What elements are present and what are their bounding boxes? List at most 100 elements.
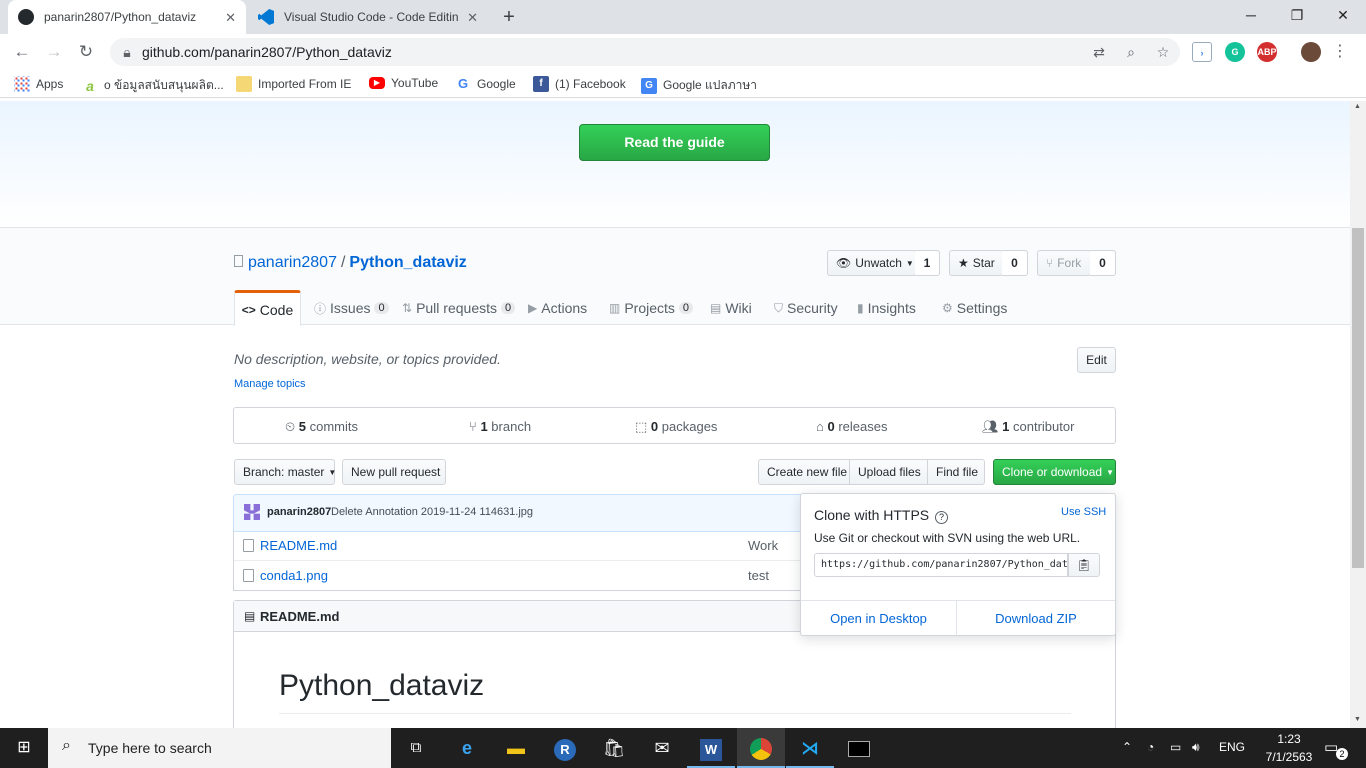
- extension-icon[interactable]: ›: [1192, 42, 1212, 62]
- bookmark-imported-ie[interactable]: Imported From IE: [236, 76, 351, 92]
- fork-count[interactable]: 0: [1090, 250, 1116, 276]
- bookmark-facebook[interactable]: f (1) Facebook: [533, 76, 626, 92]
- tab-issues[interactable]: ⓘ Issues 0: [314, 290, 389, 326]
- bookmark-google-translate[interactable]: G Google แปลภาษา: [641, 76, 757, 95]
- terminal-icon[interactable]: [835, 728, 883, 768]
- file-commit-message[interactable]: Work: [748, 538, 778, 553]
- shield-icon: ⛉: [774, 300, 784, 315]
- vscode-taskbar-icon[interactable]: ⋊: [786, 728, 834, 768]
- upload-files-button[interactable]: Upload files: [849, 459, 928, 485]
- create-new-file-button[interactable]: Create new file: [758, 459, 850, 485]
- bookmark-star-icon[interactable]: ☆: [1154, 43, 1172, 61]
- clone-popover: Clone with HTTPS ? Use SSH Use Git or ch…: [800, 493, 1116, 637]
- fork-button[interactable]: ⑂ Fork: [1037, 250, 1091, 276]
- use-ssh-link[interactable]: Use SSH: [1061, 506, 1106, 518]
- branches-link[interactable]: ⑂ 1 branch: [469, 419, 531, 434]
- star-count[interactable]: 0: [1002, 250, 1028, 276]
- manage-topics-link[interactable]: Manage topics: [234, 378, 306, 390]
- language-indicator[interactable]: ENG: [1219, 740, 1245, 754]
- zoom-icon[interactable]: ⌕: [1122, 43, 1140, 61]
- menu-icon[interactable]: ⋮: [1332, 42, 1348, 62]
- clone-or-download-button[interactable]: Clone or download ▼: [993, 459, 1116, 485]
- file-name-link[interactable]: README.md: [260, 538, 337, 553]
- commits-count: 5: [298, 419, 306, 434]
- reload-icon[interactable]: ↻: [75, 41, 97, 63]
- tab-security[interactable]: ⛉ Security: [774, 290, 838, 326]
- unwatch-button[interactable]: 👁︎ Unwatch ▼: [827, 250, 916, 276]
- bookmark-apps[interactable]: Apps: [14, 76, 63, 92]
- tab-code[interactable]: <> Code: [234, 290, 301, 326]
- commit-author-link[interactable]: panarin2807: [267, 506, 331, 518]
- tab-github[interactable]: panarin2807/Python_dataviz ✕: [8, 0, 246, 34]
- new-tab-button[interactable]: +: [496, 6, 522, 28]
- taskbar-search-box[interactable]: ⌕ Type here to search: [48, 728, 391, 768]
- download-zip-button[interactable]: Download ZIP: [957, 601, 1115, 637]
- code-icon: <>: [241, 302, 256, 317]
- tab-actions[interactable]: ▶ Actions: [528, 290, 587, 326]
- commit-message[interactable]: Delete Annotation 2019-11-24 114631.jpg: [331, 506, 533, 518]
- profile-avatar[interactable]: [1301, 42, 1321, 62]
- lock-icon[interactable]: 🔒︎: [118, 43, 136, 61]
- tab-projects[interactable]: ▥ Projects 0: [609, 290, 694, 326]
- store-icon[interactable]: 🛍︎: [590, 728, 638, 768]
- close-window-button[interactable]: ✕: [1320, 0, 1366, 30]
- forward-icon[interactable]: →: [43, 41, 65, 63]
- tab-insights[interactable]: ▮ Insights: [857, 290, 916, 326]
- scrollbar-thumb[interactable]: [1352, 228, 1364, 568]
- bookmark-youtube[interactable]: ▶ YouTube: [369, 76, 438, 90]
- question-icon[interactable]: ?: [935, 511, 949, 524]
- word-icon[interactable]: W: [687, 728, 735, 768]
- scroll-up-icon[interactable]: ▲: [1354, 103, 1361, 110]
- adblock-icon[interactable]: ABP: [1257, 42, 1277, 62]
- tab-wiki[interactable]: ▤ Wiki: [710, 290, 752, 326]
- scroll-down-icon[interactable]: ▼: [1354, 716, 1361, 723]
- minimize-button[interactable]: ─: [1228, 0, 1274, 30]
- address-bar[interactable]: 🔒︎ github.com/panarin2807/Python_dataviz…: [110, 38, 1180, 66]
- volume-icon[interactable]: 🔊︎: [1192, 740, 1200, 755]
- repo-name-link[interactable]: Python_dataviz: [349, 254, 466, 271]
- bookmark-google[interactable]: G Google: [455, 76, 516, 92]
- read-guide-button[interactable]: Read the guide: [579, 124, 770, 161]
- file-explorer-icon[interactable]: ▬: [492, 728, 540, 768]
- show-hidden-icons[interactable]: ⌃: [1122, 740, 1132, 754]
- author-avatar[interactable]: [244, 504, 260, 520]
- packages-link[interactable]: ⬚ 0 packages: [635, 419, 717, 435]
- copy-clipboard-button[interactable]: 📋︎: [1068, 553, 1100, 577]
- packages-count: 0: [650, 419, 659, 434]
- close-tab-icon[interactable]: ✕: [225, 10, 236, 26]
- contributors-link[interactable]: 👥︎ 1 contributor: [982, 419, 1074, 435]
- close-tab-icon[interactable]: ✕: [467, 10, 478, 26]
- new-pull-request-button[interactable]: New pull request: [342, 459, 446, 485]
- commits-link[interactable]: ⏲ 5 commits: [285, 419, 358, 435]
- file-commit-message[interactable]: test: [748, 568, 769, 583]
- open-in-desktop-button[interactable]: Open in Desktop: [801, 601, 957, 637]
- tab-settings[interactable]: ⚙ Settings: [942, 290, 1007, 326]
- network-icon[interactable]: ◔: [1147, 740, 1154, 754]
- watch-count[interactable]: 1: [915, 250, 940, 276]
- chrome-icon[interactable]: [737, 728, 785, 768]
- translate-icon[interactable]: ⇄: [1090, 43, 1108, 61]
- tab-pull-requests[interactable]: ⇅ Pull requests 0: [402, 290, 516, 326]
- battery-icon[interactable]: ▭: [1170, 740, 1181, 754]
- grammarly-icon[interactable]: G: [1225, 42, 1245, 62]
- task-view-icon[interactable]: ⧉: [392, 728, 440, 768]
- back-icon[interactable]: ←: [11, 41, 33, 63]
- releases-link[interactable]: ⌂ 0 releases: [816, 419, 887, 434]
- r-app-icon[interactable]: R: [541, 728, 589, 768]
- clock-date[interactable]: 7/1/2563: [1264, 750, 1314, 764]
- clock-time[interactable]: 1:23: [1270, 732, 1308, 746]
- mail-icon[interactable]: ✉: [638, 728, 686, 768]
- url-text[interactable]: github.com/panarin2807/Python_dataviz: [142, 44, 392, 60]
- repo-owner-link[interactable]: panarin2807: [248, 254, 337, 271]
- star-button[interactable]: ★ Star: [949, 250, 1003, 276]
- branch-select-button[interactable]: Branch: master ▼: [234, 459, 336, 485]
- tab-vscode[interactable]: Visual Studio Code - Code Editing ✕: [248, 0, 488, 34]
- clone-url-input[interactable]: https://github.com/panarin2807/Python_da…: [814, 553, 1068, 577]
- file-name-link[interactable]: conda1.png: [260, 568, 328, 583]
- edge-icon[interactable]: e: [443, 728, 491, 768]
- edit-description-button[interactable]: Edit: [1077, 347, 1116, 373]
- maximize-button[interactable]: ❐: [1274, 0, 1320, 30]
- windows-start-icon[interactable]: ⊞: [0, 728, 48, 768]
- find-file-button[interactable]: Find file: [927, 459, 985, 485]
- bookmark-thai-site[interactable]: a o ข้อมูลสนับสนุนผลิต...: [82, 76, 224, 95]
